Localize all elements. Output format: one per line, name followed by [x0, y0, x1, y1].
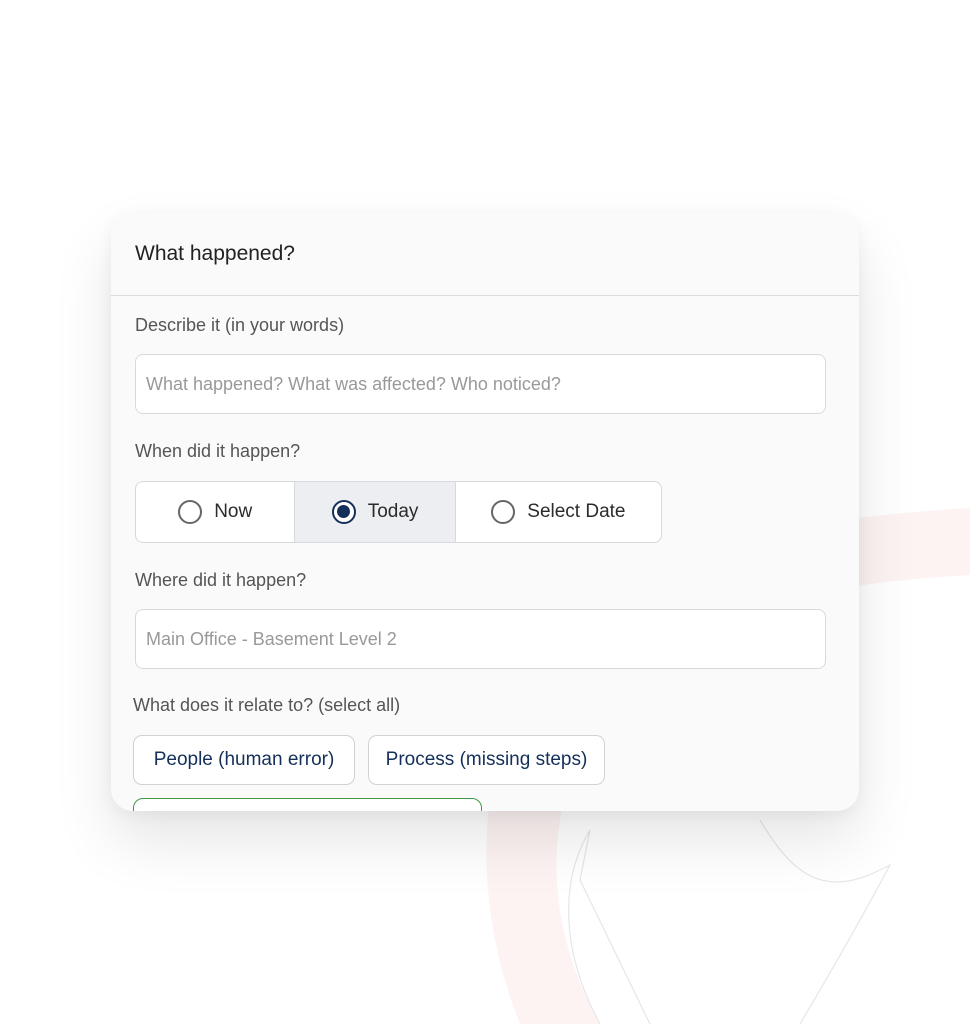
- chip-label: Process (missing steps): [385, 749, 588, 770]
- describe-input[interactable]: What happened? What was affected? Who no…: [135, 354, 826, 414]
- where-placeholder: Main Office - Basement Level 2: [146, 628, 397, 649]
- when-option-select-date[interactable]: Select Date: [456, 482, 661, 542]
- chip-label: People (human error): [153, 749, 335, 770]
- describe-placeholder: What happened? What was affected? Who no…: [146, 373, 561, 394]
- chip-process[interactable]: Process (missing steps): [368, 735, 605, 785]
- radio-checked-icon: [331, 500, 356, 524]
- where-input[interactable]: Main Office - Basement Level 2: [135, 609, 826, 669]
- where-label: Where did it happen?: [135, 570, 307, 590]
- when-option-label: Now: [214, 501, 253, 522]
- when-option-label: Select Date: [527, 501, 626, 522]
- when-segmented-control: Now Today Select Date: [135, 481, 662, 543]
- when-label: When did it happen?: [135, 441, 301, 461]
- describe-label: Describe it (in your words): [135, 315, 345, 335]
- radio-icon: [491, 500, 516, 524]
- chip-people[interactable]: People (human error): [133, 735, 355, 785]
- radio-icon: [178, 500, 203, 524]
- chip-selected-partial[interactable]: [133, 798, 482, 811]
- card-title: What happened?: [135, 242, 295, 265]
- when-option-now[interactable]: Now: [136, 482, 296, 542]
- when-option-today[interactable]: Today: [295, 482, 456, 542]
- card-header: What happened?: [111, 213, 859, 296]
- when-option-label: Today: [367, 501, 419, 522]
- relates-label: What does it relate to? (select all): [133, 695, 401, 715]
- incident-form-card: What happened? Describe it (in your word…: [111, 213, 859, 811]
